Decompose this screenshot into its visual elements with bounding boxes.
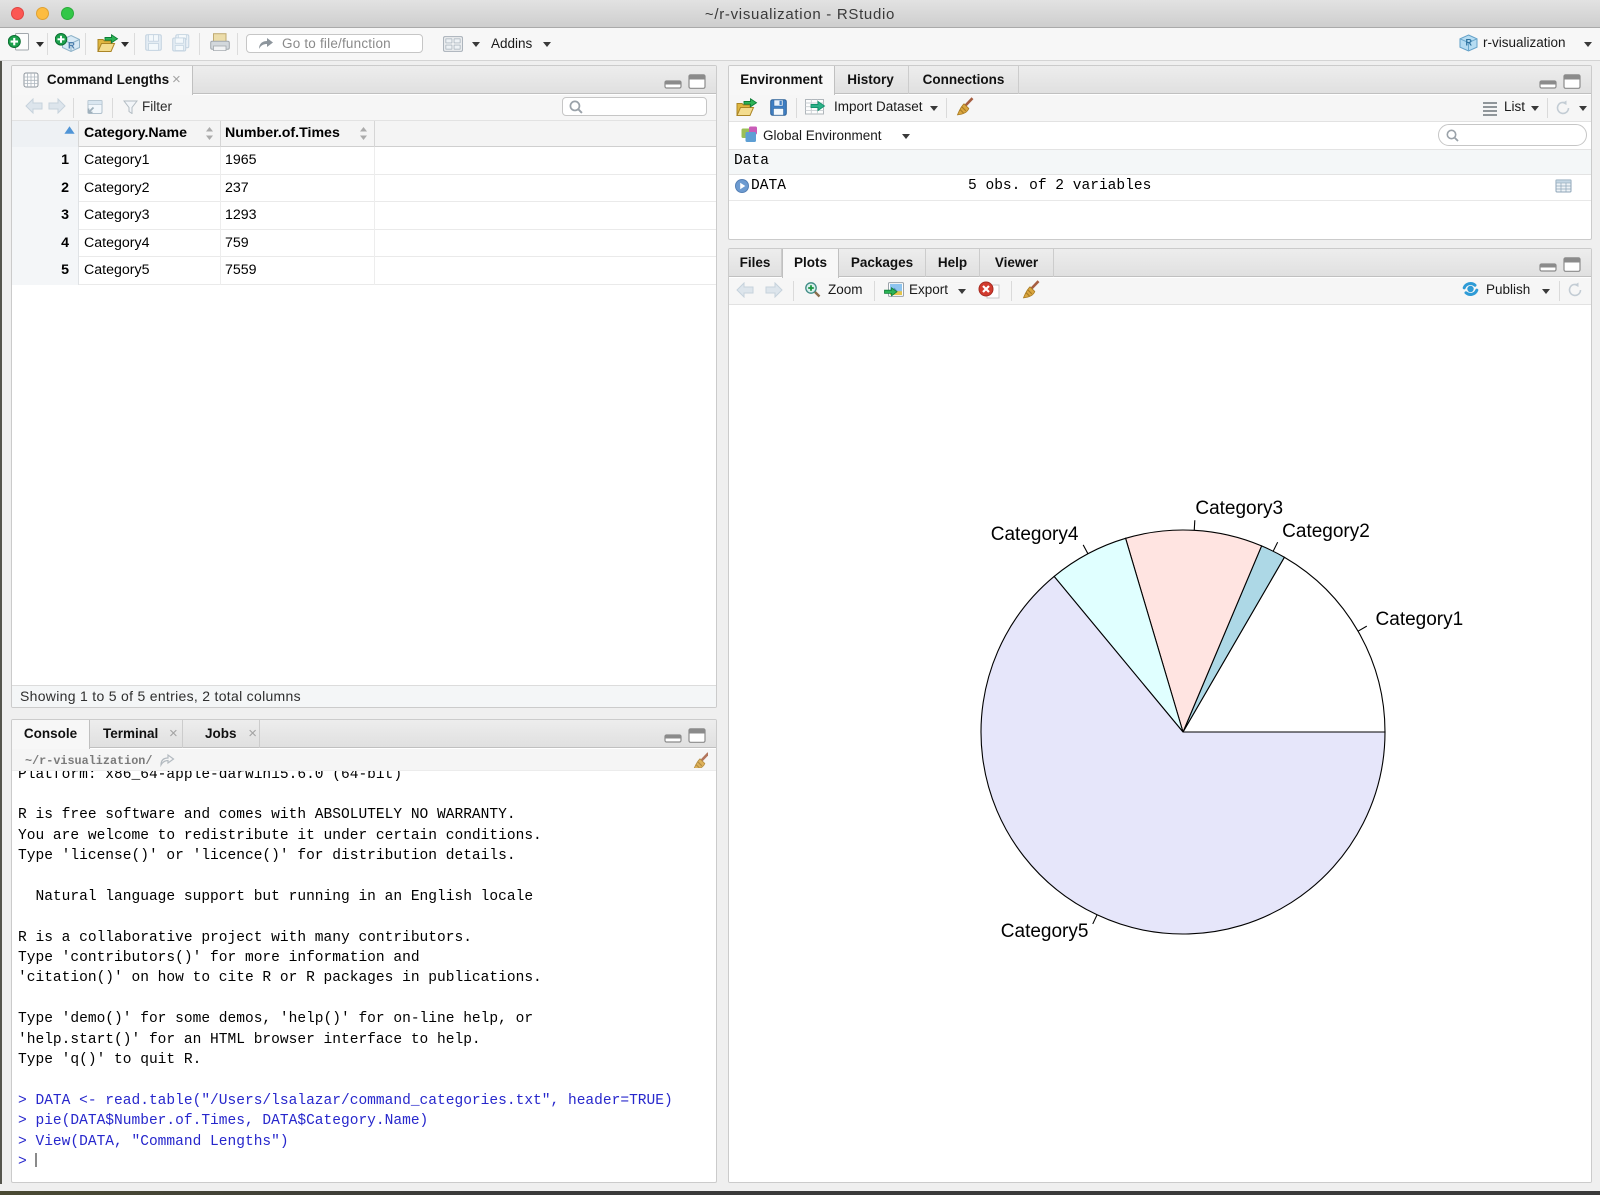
svg-text:R: R	[68, 41, 75, 52]
svg-text:Category5: Category5	[1001, 921, 1089, 942]
svg-text:Category4: Category4	[991, 524, 1079, 545]
svg-text:Category1: Category1	[1376, 609, 1464, 630]
svg-text:R: R	[1465, 38, 1472, 48]
svg-text:Category3: Category3	[1195, 498, 1283, 519]
svg-text:Category2: Category2	[1282, 521, 1370, 542]
